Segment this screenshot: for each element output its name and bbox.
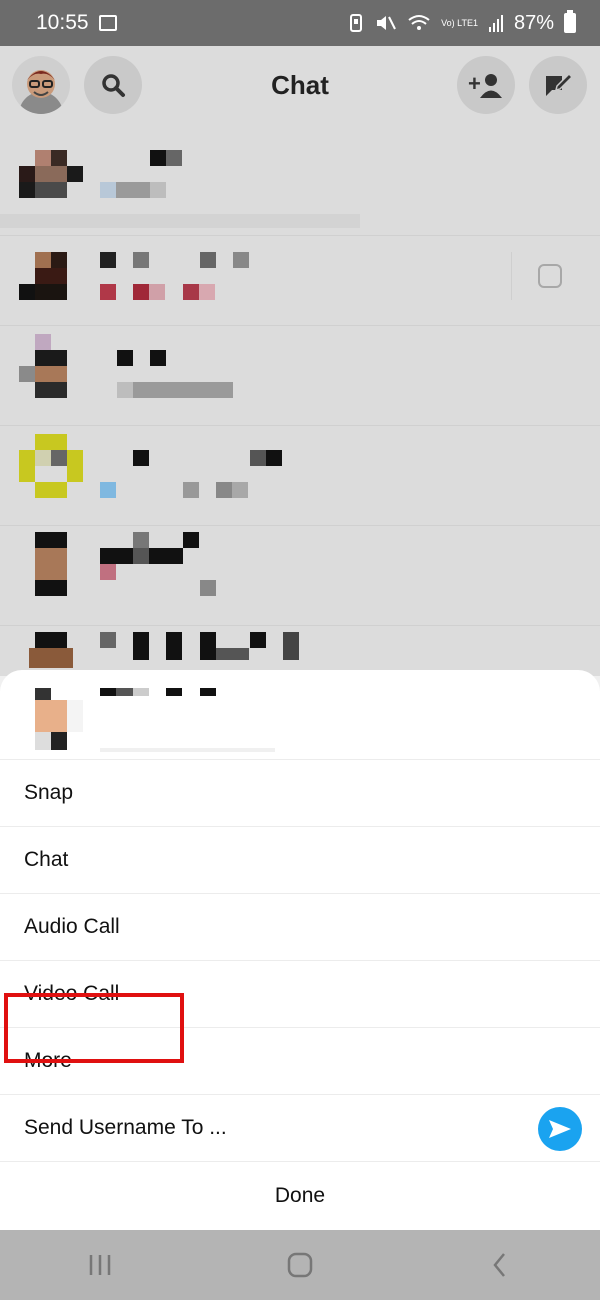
system-nav-bar — [0, 1230, 600, 1300]
home-icon — [287, 1252, 313, 1278]
chat-reply-icon[interactable] — [538, 264, 562, 288]
mute-icon — [377, 16, 397, 30]
home-button[interactable] — [270, 1245, 330, 1285]
done-label: Done — [274, 1183, 326, 1207]
gallery-notification-icon — [98, 15, 117, 31]
chat-list-item[interactable] — [0, 326, 600, 426]
chat-list-item[interactable] — [0, 626, 600, 676]
action-sheet: Snap Chat Audio Call Video Call More Sen… — [0, 670, 600, 1230]
status-time: 10:55 — [36, 11, 89, 34]
vibrate-icon — [350, 14, 363, 32]
chat-list-item[interactable] — [0, 236, 600, 326]
more-highlight-box — [4, 993, 184, 1063]
back-button[interactable] — [470, 1245, 530, 1285]
chat-list-item[interactable] — [0, 526, 600, 626]
chat-list-item[interactable] — [0, 136, 600, 236]
menu-item-chat[interactable]: Chat — [0, 827, 600, 894]
menu-item-label: Chat — [24, 848, 69, 871]
battery-percent: 87% — [513, 11, 554, 34]
battery-icon — [564, 10, 576, 33]
recent-apps-button[interactable] — [70, 1245, 130, 1285]
send-arrow-icon[interactable] — [538, 1107, 582, 1151]
recent-apps-icon — [89, 1255, 111, 1275]
status-icons: Vo) LTE1 87% — [347, 10, 576, 35]
menu-item-label: Audio Call — [24, 915, 120, 938]
done-button[interactable]: Done — [0, 1162, 600, 1229]
add-friend-icon: + — [468, 71, 502, 98]
sheet-contact-header — [0, 670, 600, 760]
chat-list-item[interactable] — [0, 426, 600, 526]
menu-item-label: Send Username To ... — [24, 1116, 227, 1139]
svg-text:+: + — [468, 71, 481, 96]
add-friend-button[interactable]: + — [457, 56, 515, 114]
new-chat-button[interactable] — [529, 56, 587, 114]
menu-item-audio-call[interactable]: Audio Call — [0, 894, 600, 961]
chat-header: Chat + — [0, 46, 600, 126]
menu-item-label: Snap — [24, 781, 74, 804]
menu-item-send-username[interactable]: Send Username To ... — [0, 1095, 600, 1162]
back-icon — [493, 1253, 505, 1277]
new-chat-icon — [546, 72, 573, 96]
wifi-icon — [408, 15, 430, 30]
menu-item-snap[interactable]: Snap — [0, 760, 600, 827]
signal-icon — [488, 15, 503, 32]
chat-screen: Chat + — [0, 46, 600, 676]
status-bar: 10:55 Vo) LTE1 87% — [0, 0, 600, 46]
network-label: Vo) LTE1 — [441, 17, 478, 28]
